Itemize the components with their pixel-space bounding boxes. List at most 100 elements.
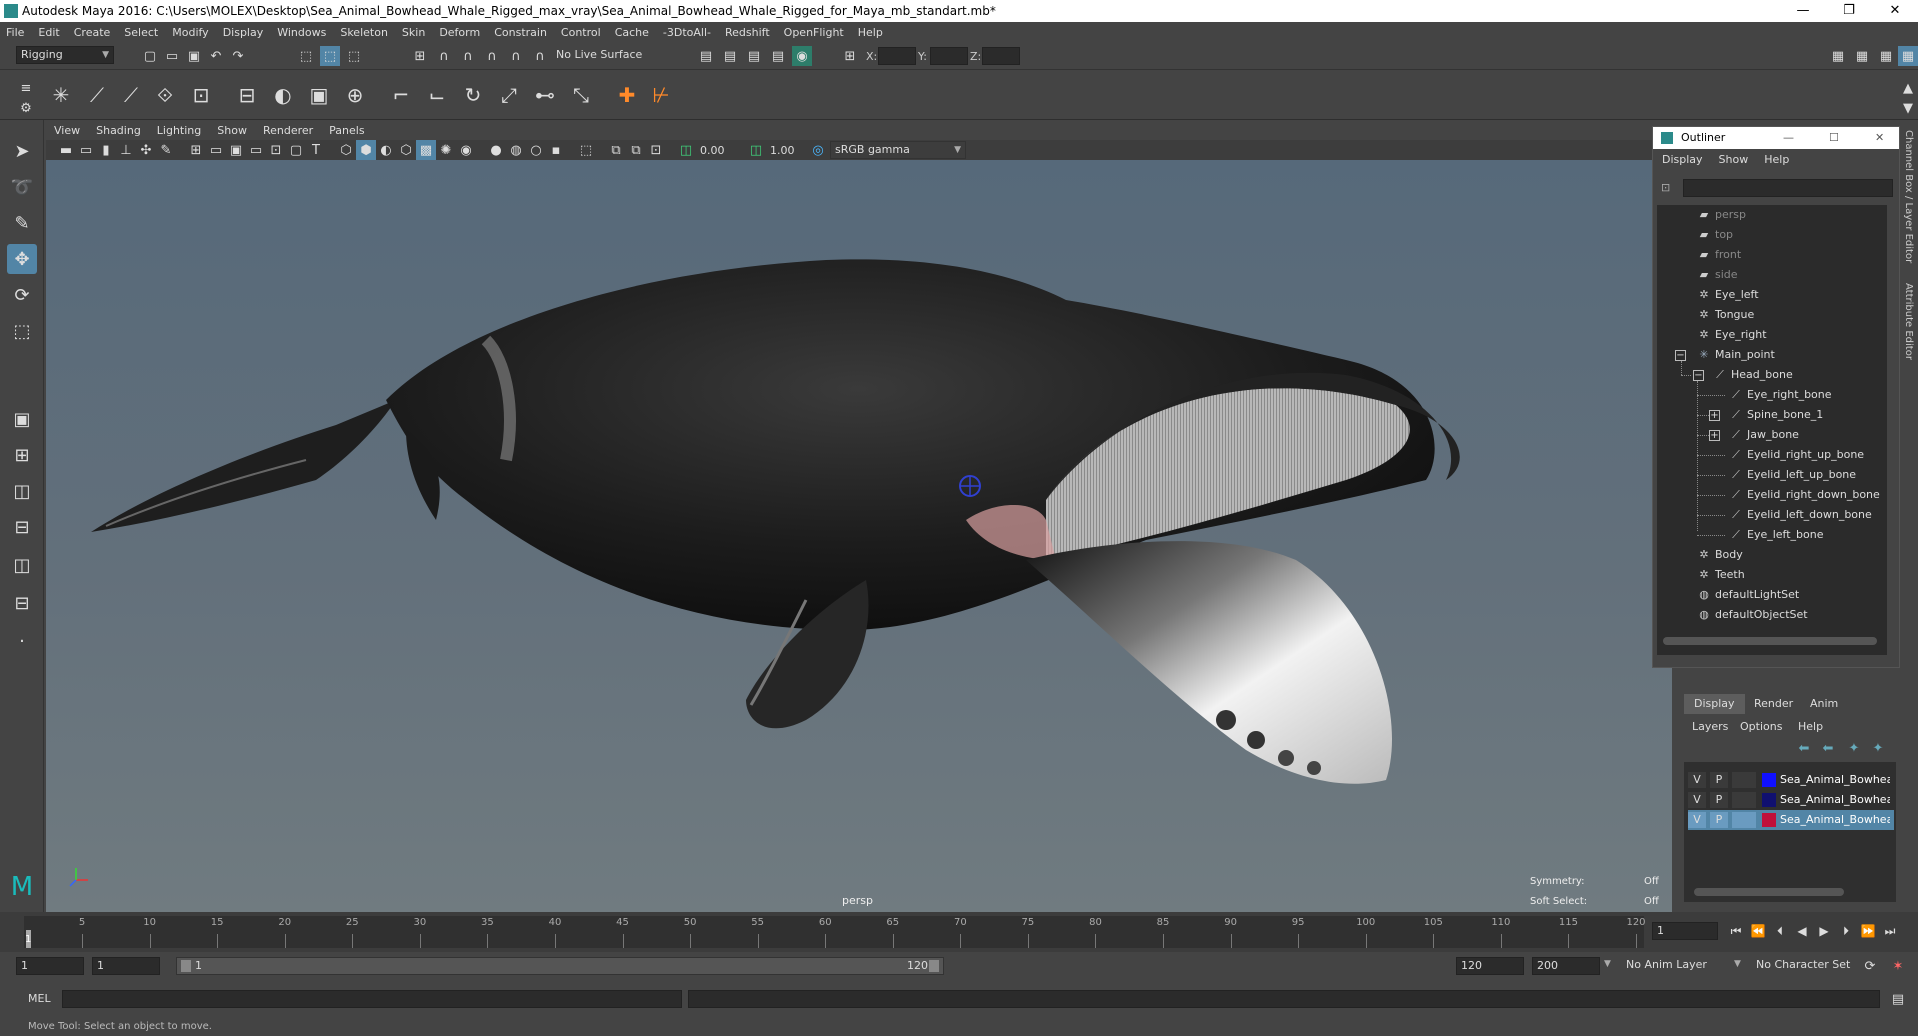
animation-start-field[interactable]: 1 <box>16 957 84 975</box>
ik-spline-icon[interactable]: ⟋ <box>116 80 146 110</box>
2d-pan-zoom-icon[interactable]: ✣ <box>136 140 156 160</box>
layer-color-swatch[interactable] <box>1762 773 1776 787</box>
motion-blur-icon[interactable]: ◍ <box>506 140 526 160</box>
resolution-gate-icon[interactable]: ▣ <box>226 140 246 160</box>
menu-openflight[interactable]: OpenFlight <box>784 26 844 39</box>
smooth-bind-icon[interactable]: ⊟ <box>232 80 262 110</box>
gate-mask-icon[interactable]: ▭ <box>246 140 266 160</box>
outliner-menu-display[interactable]: Display <box>1662 153 1703 166</box>
toggle-tool-settings-icon[interactable]: ▦ <box>1876 46 1896 66</box>
viewport-menu-panels[interactable]: Panels <box>329 124 364 137</box>
outliner-item[interactable]: ⟋ Head_bone <box>1713 365 1793 385</box>
undo-icon[interactable]: ↶ <box>206 46 226 66</box>
gamma-icon[interactable]: ◫ <box>746 140 766 160</box>
wireframe-on-shaded-icon[interactable]: ⬡ <box>396 140 416 160</box>
gamma-value[interactable]: 1.00 <box>770 144 795 157</box>
outliner-item[interactable]: ✲ Teeth <box>1697 565 1744 585</box>
ik-handle-icon[interactable]: ⟋ <box>82 80 112 110</box>
cluster-icon[interactable]: ⊕ <box>340 80 370 110</box>
minimize-button[interactable]: — <box>1780 0 1826 22</box>
layer-playback-toggle[interactable]: P <box>1710 792 1728 808</box>
outliner-item[interactable]: ✳ Main_point <box>1697 345 1774 365</box>
menu-3dtoall[interactable]: -3DtoAll- <box>663 26 711 39</box>
new-empty-layer-icon[interactable]: ✦ <box>1844 738 1864 758</box>
step-forward-key-icon[interactable]: ⏵ <box>1836 922 1856 940</box>
image-plane-icon[interactable]: ⊥ <box>116 140 136 160</box>
parent-constraint-icon[interactable]: ⊷ <box>530 80 560 110</box>
shelf-settings-icon[interactable]: ⚙ <box>16 98 36 118</box>
menu-display[interactable]: Display <box>223 26 264 39</box>
perspective-viewport[interactable]: persp Symmetry: Off Soft Select: Off <box>46 160 1672 912</box>
render-current-icon[interactable]: ▤ <box>744 46 764 66</box>
select-tool-icon[interactable]: ➤ <box>7 136 37 166</box>
y-field[interactable] <box>930 47 968 65</box>
shadows-icon[interactable]: ◉ <box>456 140 476 160</box>
new-scene-icon[interactable]: ▢ <box>140 46 160 66</box>
outliner-item[interactable]: ◍ defaultObjectSet <box>1697 605 1807 625</box>
toggle-attribute-editor-icon[interactable]: ▦ <box>1852 46 1872 66</box>
scroll-down-icon[interactable]: ▼ <box>1898 98 1918 118</box>
go-to-end-icon[interactable]: ⏭ <box>1880 922 1900 940</box>
menu-redshift[interactable]: Redshift <box>725 26 770 39</box>
menu-constrain[interactable]: Constrain <box>494 26 547 39</box>
outliner-item[interactable]: ⟋ Eyelid_right_down_bone <box>1729 485 1880 505</box>
auto-key-icon[interactable]: ⟳ <box>1860 956 1880 976</box>
xray-icon[interactable]: ⧉ <box>606 140 626 160</box>
layer-h-scrollbar[interactable] <box>1694 888 1844 896</box>
collapse-icon[interactable]: − <box>1693 370 1704 381</box>
outliner-persp-layout-icon[interactable]: ◫ <box>7 550 37 580</box>
rigid-bind-icon[interactable]: ◐ <box>268 80 298 110</box>
script-editor-icon[interactable]: ▤ <box>1888 989 1908 1009</box>
z-field[interactable] <box>982 47 1020 65</box>
anim-layer-dropdown[interactable]: No Anim Layer <box>1622 957 1742 975</box>
toggle-modeling-toolkit-icon[interactable]: ▦ <box>1828 46 1848 66</box>
close-button[interactable]: ✕ <box>1872 0 1918 22</box>
remove-influence-icon[interactable]: ⊬ <box>646 80 676 110</box>
pole-vector-icon[interactable]: ⤡ <box>566 80 596 110</box>
lasso-tool-icon[interactable]: ➰ <box>7 172 37 202</box>
select-component-icon[interactable]: ⬚ <box>344 46 364 66</box>
select-hierarchy-icon[interactable]: ⬚ <box>296 46 316 66</box>
step-forward-icon[interactable]: ⏩ <box>1858 922 1878 940</box>
menu-deform[interactable]: Deform <box>439 26 480 39</box>
attribute-editor-tab[interactable]: Attribute Editor <box>1903 283 1914 360</box>
grid-toggle-icon[interactable]: ⊞ <box>186 140 206 160</box>
move-layer-up-icon[interactable]: ⬅ <box>1794 738 1814 758</box>
depth-of-field-icon[interactable]: ▪ <box>546 140 566 160</box>
snap-point-icon[interactable]: ∩ <box>458 46 478 66</box>
outliner-item[interactable]: ✲ Tongue <box>1697 305 1754 325</box>
menu-control[interactable]: Control <box>561 26 601 39</box>
orient-constraint-icon[interactable]: ↻ <box>458 80 488 110</box>
viewport-menu-view[interactable]: View <box>54 124 80 137</box>
isolate-select-icon[interactable]: ⬚ <box>576 140 596 160</box>
character-set-dropdown[interactable]: No Character Set <box>1752 957 1862 975</box>
outliner-minimize-icon[interactable]: — <box>1783 127 1794 149</box>
menu-create[interactable]: Create <box>74 26 111 39</box>
grease-pencil-icon[interactable]: ✎ <box>156 140 176 160</box>
layers-menu-options[interactable]: Options <box>1740 720 1782 733</box>
outliner-maximize-icon[interactable]: ☐ <box>1829 127 1839 149</box>
layer-color-swatch[interactable] <box>1762 793 1776 807</box>
single-pane-layout-icon[interactable]: ▣ <box>7 404 37 434</box>
outliner-filter-icon[interactable]: ⊡ <box>1661 181 1670 194</box>
transform-mode-icon[interactable]: ⊞ <box>840 46 860 66</box>
menu-file[interactable]: File <box>6 26 24 39</box>
create-locator-icon[interactable]: ⊡ <box>186 80 216 110</box>
four-pane-layout-icon[interactable]: ⊞ <box>7 440 37 470</box>
rotate-tool-icon[interactable]: ⟳ <box>7 280 37 310</box>
scale-tool-icon[interactable]: ⬚ <box>7 316 37 346</box>
wireframe-icon[interactable]: ⬡ <box>336 140 356 160</box>
camera-attributes-icon[interactable]: ▭ <box>76 140 96 160</box>
layer-row[interactable]: V P Sea_Animal_Bowhead_ <box>1688 770 1894 790</box>
shelf-menu-icon[interactable]: ≡ <box>16 78 36 98</box>
outliner-search-input[interactable] <box>1683 179 1893 197</box>
menu-edit[interactable]: Edit <box>38 26 59 39</box>
menu-windows[interactable]: Windows <box>277 26 326 39</box>
camera-select-icon[interactable]: ▬ <box>56 140 76 160</box>
film-gate-icon[interactable]: ▭ <box>206 140 226 160</box>
current-frame-field[interactable]: 1 <box>1652 922 1718 940</box>
time-slider[interactable]: 5 10 15 20 25 30 35 40 45 50 55 60 65 70 75 80 85 90 95 100… <box>24 916 1646 948</box>
command-input[interactable] <box>62 990 682 1008</box>
live-surface-field[interactable]: No Live Surface <box>552 47 648 65</box>
two-pane-stacked-layout-icon[interactable]: ⊟ <box>7 512 37 542</box>
